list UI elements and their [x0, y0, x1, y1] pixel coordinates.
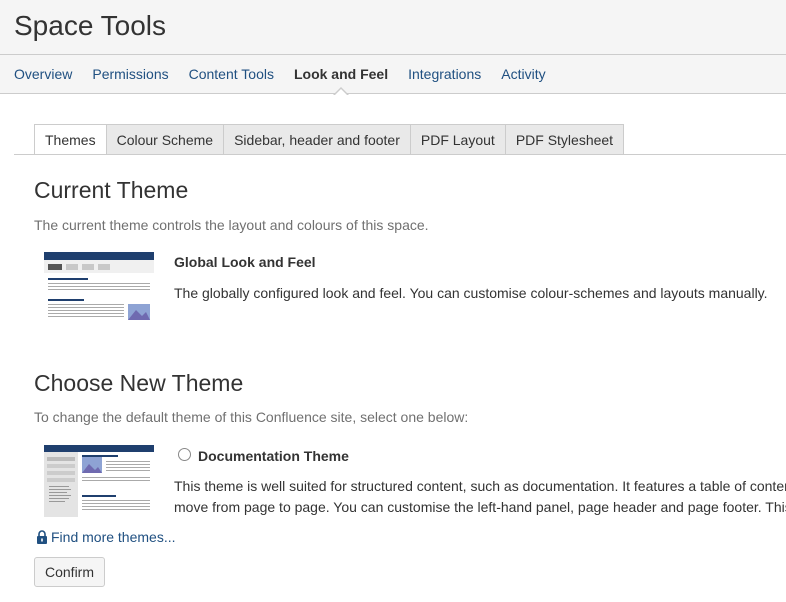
tab-themes[interactable]: Themes — [34, 124, 107, 155]
nav-activity[interactable]: Activity — [501, 66, 545, 82]
tab-pdf-layout[interactable]: PDF Layout — [410, 124, 506, 155]
nav-look-and-feel[interactable]: Look and Feel — [294, 66, 388, 96]
find-more-themes-label[interactable]: Find more themes... — [51, 529, 176, 545]
tabs-divider — [14, 154, 786, 155]
look-and-feel-tabs: Themes Colour Scheme Sidebar, header and… — [34, 124, 625, 155]
documentation-theme-radio[interactable] — [178, 448, 191, 461]
choose-theme-description: To change the default theme of this Conf… — [34, 409, 469, 425]
documentation-theme-name[interactable]: Documentation Theme — [198, 448, 349, 464]
nav-content-tools[interactable]: Content Tools — [189, 66, 274, 82]
current-theme-heading: Current Theme — [34, 177, 189, 203]
choose-theme-heading: Choose New Theme — [34, 370, 244, 396]
global-theme-thumbnail-icon — [44, 252, 154, 324]
nav-overview[interactable]: Overview — [14, 66, 72, 82]
tab-pdf-stylesheet[interactable]: PDF Stylesheet — [505, 124, 625, 155]
page-title: Space Tools — [14, 10, 167, 41]
lock-icon — [36, 530, 48, 544]
current-theme-details: The globally configured look and feel. Y… — [174, 285, 768, 301]
current-theme-description: The current theme controls the layout an… — [34, 217, 429, 233]
documentation-theme-thumbnail-icon — [44, 445, 154, 517]
tab-sidebar-header-footer[interactable]: Sidebar, header and footer — [224, 124, 411, 155]
space-tools-header: Space Tools Overview Permissions Content… — [0, 0, 786, 96]
documentation-theme-details-line2: move from page to page. You can customis… — [174, 499, 786, 515]
current-theme-name: Global Look and Feel — [174, 254, 316, 270]
confirm-button[interactable]: Confirm — [34, 557, 106, 587]
nav-permissions[interactable]: Permissions — [92, 66, 168, 82]
nav-integrations[interactable]: Integrations — [408, 66, 481, 82]
documentation-theme-details-line1: This theme is well suited for structured… — [174, 478, 786, 494]
find-more-themes-link[interactable]: Find more themes... — [36, 529, 176, 545]
tab-colour-scheme[interactable]: Colour Scheme — [106, 124, 225, 155]
space-tools-nav: Overview Permissions Content Tools Look … — [0, 55, 566, 96]
